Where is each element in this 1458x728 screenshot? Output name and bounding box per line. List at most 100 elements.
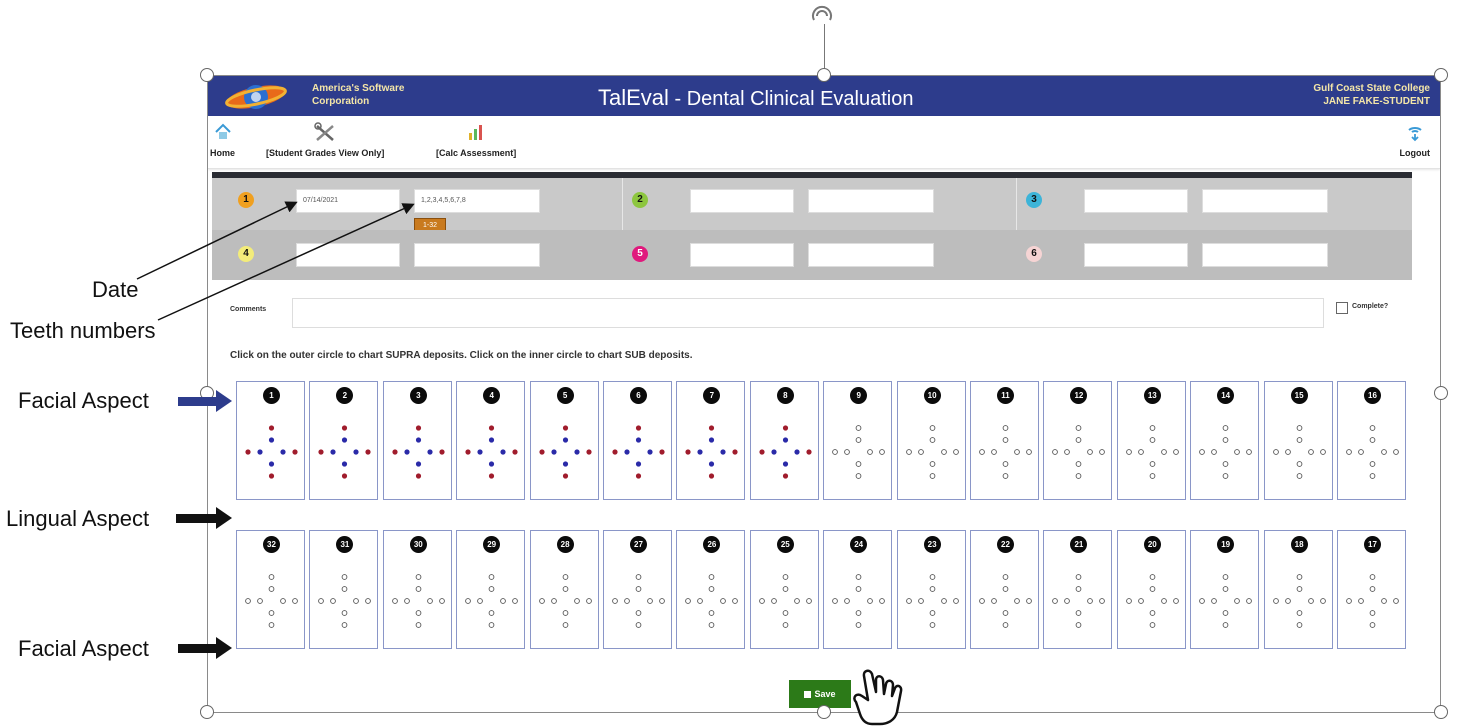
supra-deposit-dot-supra-top[interactable]	[709, 425, 715, 431]
sub-deposit-dot-sub-right[interactable]	[940, 598, 947, 604]
sub-deposit-dot-sub-left[interactable]	[1137, 598, 1144, 604]
sub-deposit-dot-sub-right[interactable]	[1160, 598, 1167, 604]
supra-deposit-dot-supra-right[interactable]	[1393, 598, 1399, 604]
sub-deposit-dot-sub-right[interactable]	[426, 598, 433, 604]
sub-deposit-dot-sub-top[interactable]	[1002, 586, 1009, 592]
sub-deposit-dot-sub-top[interactable]	[268, 437, 275, 443]
sub-deposit-dot-sub-right[interactable]	[1381, 598, 1387, 604]
supra-deposit-dot-supra-right[interactable]	[585, 449, 592, 455]
supra-deposit-dot-supra-top[interactable]	[415, 425, 421, 431]
sub-deposit-dot-sub-bottom[interactable]	[415, 610, 422, 616]
sub-deposit-dot-sub-top[interactable]	[709, 586, 715, 592]
supra-deposit-dot-supra-right[interactable]	[1099, 598, 1106, 604]
supra-deposit-dot-supra-top[interactable]	[782, 425, 788, 431]
supra-deposit-dot-supra-top[interactable]	[1222, 574, 1229, 580]
supra-deposit-dot-supra-right[interactable]	[732, 449, 738, 455]
supra-deposit-dot-supra-left[interactable]	[245, 598, 251, 604]
sub-deposit-dot-sub-bottom[interactable]	[929, 461, 935, 467]
sub-deposit-dot-sub-bottom[interactable]	[415, 461, 421, 467]
visit-1-date-input[interactable]: 07/14/2021	[296, 189, 400, 213]
sub-deposit-dot-sub-left[interactable]	[844, 598, 851, 604]
visit-2-date-input[interactable]	[690, 189, 794, 213]
supra-deposit-dot-supra-bottom[interactable]	[489, 473, 495, 479]
supra-deposit-dot-supra-right[interactable]	[1246, 598, 1253, 604]
sub-deposit-dot-sub-right[interactable]	[500, 598, 507, 604]
sub-deposit-dot-sub-right[interactable]	[1014, 449, 1020, 455]
supra-deposit-dot-supra-bottom[interactable]	[562, 622, 568, 628]
supra-deposit-dot-supra-right[interactable]	[1172, 449, 1179, 455]
supra-deposit-dot-supra-right[interactable]	[879, 449, 886, 455]
supra-deposit-dot-supra-bottom[interactable]	[709, 473, 715, 479]
supra-deposit-dot-supra-left[interactable]	[905, 449, 912, 455]
supra-deposit-dot-supra-top[interactable]	[342, 425, 348, 431]
supra-deposit-dot-supra-left[interactable]	[1052, 449, 1059, 455]
sub-deposit-dot-sub-left[interactable]	[624, 598, 630, 604]
supra-deposit-dot-supra-bottom[interactable]	[1369, 473, 1376, 479]
sub-deposit-dot-sub-right[interactable]	[1307, 449, 1314, 455]
sub-deposit-dot-sub-left[interactable]	[991, 449, 997, 455]
supra-deposit-dot-supra-bottom[interactable]	[415, 622, 422, 628]
sub-deposit-dot-sub-left[interactable]	[257, 598, 263, 604]
supra-deposit-dot-supra-right[interactable]	[1319, 449, 1326, 455]
sub-deposit-dot-sub-bottom[interactable]	[855, 461, 862, 467]
sub-deposit-dot-sub-left[interactable]	[330, 449, 336, 455]
sub-deposit-dot-sub-right[interactable]	[794, 449, 800, 455]
sub-deposit-dot-sub-left[interactable]	[550, 449, 557, 455]
supra-deposit-dot-supra-bottom[interactable]	[929, 622, 935, 628]
sub-deposit-dot-sub-bottom[interactable]	[1076, 610, 1082, 616]
sub-deposit-dot-sub-top[interactable]	[488, 586, 495, 592]
supra-deposit-dot-supra-left[interactable]	[832, 598, 839, 604]
supra-deposit-dot-supra-top[interactable]	[855, 425, 862, 431]
supra-deposit-dot-supra-right[interactable]	[1026, 598, 1032, 604]
sub-deposit-dot-sub-right[interactable]	[647, 598, 653, 604]
sub-deposit-dot-sub-bottom[interactable]	[782, 610, 789, 616]
supra-deposit-dot-supra-top[interactable]	[855, 574, 862, 580]
sub-deposit-dot-sub-right[interactable]	[280, 449, 286, 455]
supra-deposit-dot-supra-top[interactable]	[1002, 574, 1009, 580]
sub-deposit-dot-sub-top[interactable]	[855, 437, 862, 443]
sub-deposit-dot-sub-top[interactable]	[1149, 586, 1156, 592]
sub-deposit-dot-sub-top[interactable]	[562, 437, 568, 443]
sub-deposit-dot-sub-bottom[interactable]	[562, 610, 568, 616]
supra-deposit-dot-supra-left[interactable]	[685, 449, 691, 455]
sub-deposit-dot-sub-left[interactable]	[1284, 449, 1291, 455]
sub-deposit-dot-sub-left[interactable]	[697, 449, 703, 455]
resize-handle-middle-left[interactable]	[200, 386, 214, 400]
sub-deposit-dot-sub-left[interactable]	[257, 449, 263, 455]
sub-deposit-dot-sub-right[interactable]	[1160, 449, 1167, 455]
sub-deposit-dot-sub-bottom[interactable]	[782, 461, 788, 467]
supra-deposit-dot-supra-top[interactable]	[1296, 574, 1302, 580]
supra-deposit-dot-supra-right[interactable]	[1099, 449, 1106, 455]
supra-deposit-dot-supra-bottom[interactable]	[562, 473, 568, 479]
supra-deposit-dot-supra-bottom[interactable]	[1369, 622, 1376, 628]
supra-deposit-dot-supra-right[interactable]	[292, 598, 298, 604]
supra-deposit-dot-supra-top[interactable]	[1369, 425, 1376, 431]
sub-deposit-dot-sub-right[interactable]	[500, 449, 506, 455]
logout-button[interactable]: Logout	[1400, 122, 1430, 158]
visit-3-date-input[interactable]	[1084, 189, 1188, 213]
sub-deposit-dot-sub-top[interactable]	[1002, 437, 1009, 443]
supra-deposit-dot-supra-bottom[interactable]	[855, 473, 862, 479]
supra-deposit-dot-supra-bottom[interactable]	[782, 473, 788, 479]
supra-deposit-dot-supra-right[interactable]	[365, 449, 371, 455]
supra-deposit-dot-supra-left[interactable]	[318, 449, 324, 455]
sub-deposit-dot-sub-left[interactable]	[404, 449, 410, 455]
supra-deposit-dot-supra-right[interactable]	[512, 598, 519, 604]
sub-deposit-dot-sub-bottom[interactable]	[562, 461, 568, 467]
sub-deposit-dot-sub-bottom[interactable]	[1149, 610, 1156, 616]
supra-deposit-dot-supra-top[interactable]	[415, 574, 422, 580]
supra-deposit-dot-supra-bottom[interactable]	[1149, 622, 1156, 628]
supra-deposit-dot-supra-right[interactable]	[1319, 598, 1326, 604]
sub-deposit-dot-sub-bottom[interactable]	[268, 461, 275, 467]
resize-handle-bottom-center[interactable]	[817, 705, 831, 719]
supra-deposit-dot-supra-left[interactable]	[1346, 598, 1352, 604]
resize-handle-top-right[interactable]	[1434, 68, 1448, 82]
supra-deposit-dot-supra-top[interactable]	[1296, 425, 1302, 431]
supra-deposit-dot-supra-left[interactable]	[465, 598, 472, 604]
sub-deposit-dot-sub-bottom[interactable]	[1002, 610, 1009, 616]
supra-deposit-dot-supra-bottom[interactable]	[635, 473, 642, 479]
resize-handle-top-center[interactable]	[817, 68, 831, 82]
resize-handle-bottom-right[interactable]	[1434, 705, 1448, 719]
supra-deposit-dot-supra-bottom[interactable]	[782, 622, 789, 628]
sub-deposit-dot-sub-top[interactable]	[855, 586, 862, 592]
